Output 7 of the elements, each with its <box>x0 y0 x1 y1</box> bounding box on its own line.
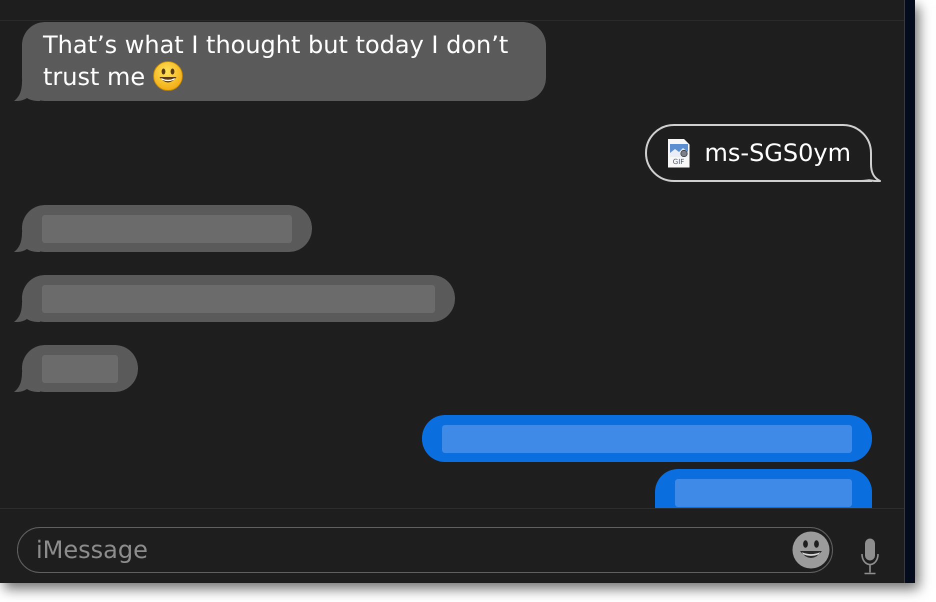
speech-tail <box>861 164 881 182</box>
smiley-face-icon[interactable] <box>792 531 830 569</box>
message-text: That’s what I thought but today I don’t trust me <box>43 31 508 91</box>
landscape-thumbnail-icon <box>670 144 688 156</box>
microphone-icon[interactable] <box>860 538 880 575</box>
message-input[interactable]: iMessage <box>17 527 833 573</box>
file-name: ms-SGS0ym <box>704 138 851 168</box>
